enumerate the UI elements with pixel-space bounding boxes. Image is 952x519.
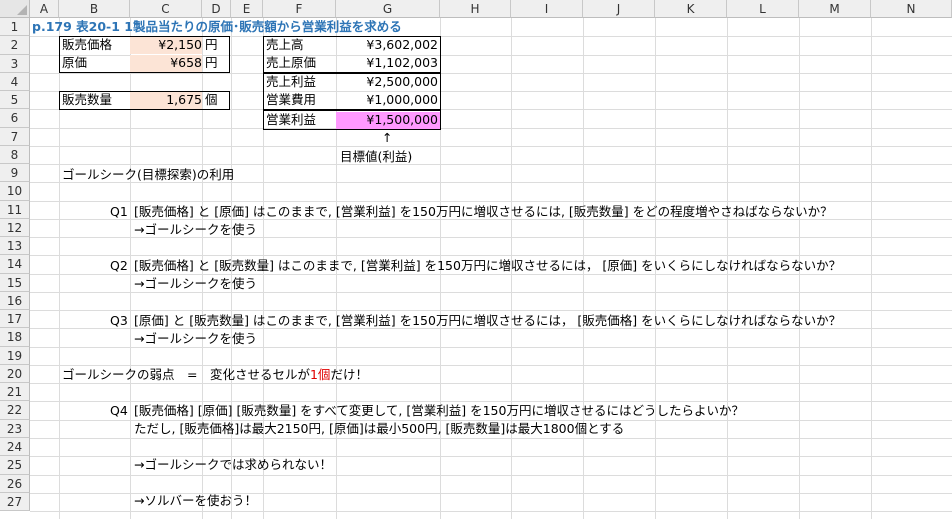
row-header-6[interactable]: 6 (0, 109, 30, 128)
row-header-3[interactable]: 3 (0, 55, 30, 73)
row-header-12[interactable]: 12 (0, 219, 30, 237)
row-header-14[interactable]: 14 (0, 255, 30, 274)
gridline-horizontal (30, 73, 952, 74)
row-header-17[interactable]: 17 (0, 310, 30, 328)
q1-hint[interactable]: →ゴールシークを使う (134, 221, 257, 239)
q1-number[interactable]: Q1 (110, 203, 128, 221)
cost-label[interactable]: 原価 (62, 54, 87, 72)
column-header-M[interactable]: M (799, 0, 871, 18)
gridline-horizontal (30, 438, 952, 439)
q1-text[interactable]: [販売価格] と [原価] はこのままで, [営業利益] を150万円に増収させ… (134, 203, 833, 221)
solver-note[interactable]: →ソルバーを使おう！ (134, 492, 257, 510)
goal-seek-fail-note[interactable]: →ゴールシークでは求められない！ (134, 456, 332, 474)
target-label[interactable]: 目標値(利益) (340, 148, 412, 166)
gridline-horizontal (30, 164, 952, 165)
q2-number[interactable]: Q2 (110, 257, 128, 275)
q3-hint[interactable]: →ゴールシークを使う (134, 330, 257, 348)
cost-unit[interactable]: 円 (205, 54, 218, 72)
row-header-16[interactable]: 16 (0, 292, 30, 310)
gross-label[interactable]: 売上利益 (266, 73, 316, 91)
row-header-9[interactable]: 9 (0, 164, 30, 182)
q3-number[interactable]: Q3 (110, 312, 128, 330)
cogs-value-cell[interactable]: ¥1,102,003 (336, 54, 438, 72)
row-header-8[interactable]: 8 (0, 146, 30, 164)
column-header-C[interactable]: C (130, 0, 202, 18)
q4-number[interactable]: Q4 (110, 402, 128, 420)
row-header-13[interactable]: 13 (0, 237, 30, 255)
gridline-horizontal (30, 128, 952, 129)
column-header-E[interactable]: E (231, 0, 263, 18)
gross-value-cell[interactable]: ¥2,500,000 (336, 73, 438, 91)
opex-value-cell[interactable]: ¥1,000,000 (336, 91, 438, 109)
price-unit[interactable]: 円 (205, 36, 218, 54)
weakness-line[interactable]: ゴールシークの弱点 = 変化させるセルが1個だけ！ (62, 366, 368, 384)
row-header-19[interactable]: 19 (0, 347, 30, 365)
row-header-20[interactable]: 20 (0, 365, 30, 383)
column-header-J[interactable]: J (583, 0, 655, 18)
gridline-horizontal (30, 310, 952, 311)
gridline-vertical (871, 18, 872, 519)
select-all-corner[interactable] (0, 0, 30, 18)
row-header-2[interactable]: 2 (0, 36, 30, 55)
row-header-15[interactable]: 15 (0, 274, 30, 292)
row-header-4[interactable]: 4 (0, 73, 30, 91)
gridline-horizontal (30, 255, 952, 256)
row-header-23[interactable]: 23 (0, 420, 30, 438)
row-header-26[interactable]: 26 (0, 475, 30, 493)
qty-unit[interactable]: 個 (205, 91, 218, 109)
cogs-label[interactable]: 売上原価 (266, 54, 316, 72)
gridline-horizontal (30, 146, 952, 147)
row-header-10[interactable]: 10 (0, 182, 30, 201)
q3-text[interactable]: [原価] と [販売数量] はこのままで, [営業利益] を150万円に増収させ… (134, 312, 841, 330)
qty-value-cell[interactable]: 1,675 (130, 91, 202, 109)
op-profit-value-cell[interactable]: ¥1,500,000 (336, 111, 438, 129)
price-label[interactable]: 販売価格 (62, 36, 112, 54)
gridline-horizontal (30, 475, 952, 476)
column-header-A[interactable]: A (30, 0, 59, 18)
op-profit-label[interactable]: 営業利益 (266, 111, 316, 129)
row-header-7[interactable]: 7 (0, 128, 30, 146)
q2-text[interactable]: [販売価格] と [販売数量] はこのままで, [営業利益] を150万円に増収… (134, 257, 841, 275)
cost-value-cell[interactable]: ¥658 (130, 54, 202, 72)
q4-condition[interactable]: ただし, [販売価格]は最大2150円, [原価]は最小500円, [販売数量]… (134, 420, 624, 438)
weakness-highlight: 1個 (309, 367, 331, 382)
q4-text[interactable]: [販売価格] [原価] [販売数量] をすべて変更して, [営業利益] を150… (134, 402, 744, 420)
sales-value-cell[interactable]: ¥3,602,002 (336, 36, 438, 54)
up-arrow-icon: ↑ (382, 130, 393, 145)
row-header-18[interactable]: 18 (0, 328, 30, 347)
row-header-24[interactable]: 24 (0, 438, 30, 456)
column-header-N[interactable]: N (871, 0, 952, 18)
sales-label[interactable]: 売上高 (266, 36, 304, 54)
column-header-I[interactable]: I (511, 0, 583, 18)
weakness-text-a: ゴールシークの弱点 = 変化させるセルが (62, 367, 310, 382)
sheet-title[interactable]: p.179 表20-1 1製品当たりの原価･販売額から営業利益を求める (32, 18, 402, 36)
row-header-11[interactable]: 11 (0, 201, 30, 219)
column-header-F[interactable]: F (263, 0, 336, 18)
column-header-L[interactable]: L (727, 0, 799, 18)
column-header-D[interactable]: D (202, 0, 231, 18)
column-header-B[interactable]: B (59, 0, 130, 18)
column-header-K[interactable]: K (655, 0, 727, 18)
qty-label[interactable]: 販売数量 (62, 91, 112, 109)
column-header-G[interactable]: G (336, 0, 440, 18)
row-header-5[interactable]: 5 (0, 91, 30, 109)
q2-hint[interactable]: →ゴールシークを使う (134, 275, 257, 293)
gridline-horizontal (30, 511, 952, 512)
row-header-22[interactable]: 22 (0, 401, 30, 420)
goal-seek-heading[interactable]: ゴールシーク(目標探索)の利用 (62, 166, 234, 184)
row-header-1[interactable]: 1 (0, 18, 30, 36)
weakness-text-b: だけ！ (330, 367, 368, 382)
row-header-25[interactable]: 25 (0, 456, 30, 475)
column-header-H[interactable]: H (440, 0, 511, 18)
row-header-21[interactable]: 21 (0, 383, 30, 401)
opex-label[interactable]: 営業費用 (266, 91, 316, 109)
gridline-horizontal (30, 201, 952, 202)
row-header-27[interactable]: 27 (0, 493, 30, 511)
price-value-cell[interactable]: ¥2,150 (130, 36, 202, 54)
